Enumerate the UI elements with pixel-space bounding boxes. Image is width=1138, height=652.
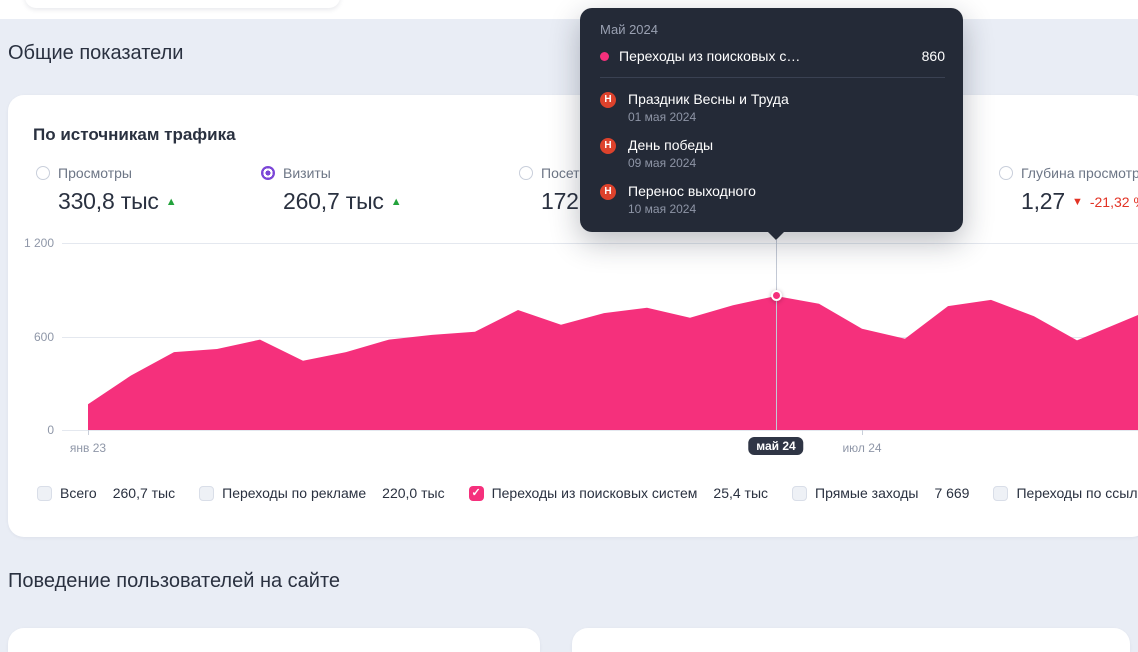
area-chart-svg bbox=[8, 95, 1138, 537]
holiday-title: Перенос выходного bbox=[628, 183, 756, 199]
tooltip-series-label: Переходы из поисковых с… bbox=[619, 48, 912, 64]
y-tick-label: 600 bbox=[8, 330, 54, 344]
legend-label: Переходы по ссылкам на сайтах bbox=[1016, 485, 1138, 501]
holiday-badge-icon: Н bbox=[600, 92, 616, 108]
tooltip-series-row: Переходы из поисковых с… 860 bbox=[600, 48, 945, 64]
legend-label: Переходы из поисковых систем bbox=[492, 485, 698, 501]
holiday-title: Праздник Весны и Труда bbox=[628, 91, 789, 107]
selected-point-guideline bbox=[776, 240, 777, 430]
chart-tooltip: Май 2024 Переходы из поисковых с… 860 НП… bbox=[580, 8, 963, 232]
page: { "sections": { "overview_title": "Общие… bbox=[0, 0, 1138, 639]
holiday-date: 10 мая 2024 bbox=[628, 202, 756, 216]
checkbox-icon[interactable] bbox=[792, 486, 807, 501]
tooltip-title: Май 2024 bbox=[600, 22, 658, 37]
selected-point-marker bbox=[771, 290, 782, 301]
tooltip-divider bbox=[600, 77, 945, 78]
legend-label: Всего bbox=[60, 485, 97, 501]
radio-icon[interactable] bbox=[999, 166, 1013, 180]
behavior-card-2 bbox=[572, 628, 1130, 652]
delta-arrow-icon: ▲ bbox=[391, 196, 402, 208]
metric-value: 260,7 тыс bbox=[283, 188, 384, 215]
legend-item[interactable]: Переходы по рекламе 220,0 тыс bbox=[199, 485, 444, 501]
metric-views[interactable]: Просмотры 330,8 тыс ▲ bbox=[36, 165, 177, 215]
metric-value: 1,27 bbox=[1021, 188, 1065, 215]
delta-arrow-icon: ▲ bbox=[166, 196, 177, 208]
area-series bbox=[88, 296, 1138, 430]
x-tick-label: июл 24 bbox=[842, 441, 881, 455]
checkbox-icon[interactable] bbox=[993, 486, 1008, 501]
delta-value: -21,32 % bbox=[1090, 194, 1138, 210]
legend-label: Прямые заходы bbox=[815, 485, 918, 501]
checkbox-icon[interactable] bbox=[199, 486, 214, 501]
metric-label: Визиты bbox=[283, 165, 331, 181]
legend-item[interactable]: Прямые заходы 7 669 bbox=[792, 485, 969, 501]
radio-icon[interactable] bbox=[519, 166, 533, 180]
x-tick bbox=[88, 430, 89, 435]
metric-visits[interactable]: Визиты 260,7 тыс ▲ bbox=[261, 165, 402, 215]
holiday-badge-icon: Н bbox=[600, 138, 616, 154]
x-tick-label-selected: май 24 bbox=[748, 437, 803, 455]
metric-label: Просмотры bbox=[58, 165, 132, 181]
legend-value: 7 669 bbox=[934, 485, 969, 501]
chart-legend: Всего 260,7 тыс Переходы по рекламе 220,0 т… bbox=[37, 485, 1138, 501]
legend-item[interactable]: ✓ Переходы из поисковых систем 25,4 тыс bbox=[469, 485, 768, 501]
checkbox-icon[interactable] bbox=[37, 486, 52, 501]
y-tick-label: 0 bbox=[8, 423, 54, 437]
tooltip-arrow-icon bbox=[768, 232, 784, 240]
delta-arrow-icon: ▼ bbox=[1072, 196, 1083, 208]
gridline bbox=[62, 243, 1138, 244]
holiday-title: День победы bbox=[628, 137, 713, 153]
x-tick-label: янв 23 bbox=[70, 441, 106, 455]
gridline bbox=[62, 430, 1138, 431]
series-dot-icon bbox=[600, 52, 609, 61]
holiday-date: 01 мая 2024 bbox=[628, 110, 789, 124]
card-title: По источникам трафика bbox=[33, 125, 236, 145]
legend-value: 260,7 тыс bbox=[113, 485, 175, 501]
legend-label: Переходы по рекламе bbox=[222, 485, 366, 501]
tooltip-series-value: 860 bbox=[922, 48, 945, 64]
x-tick bbox=[862, 430, 863, 435]
holiday-row: Н Перенос выходного 10 мая 2024 bbox=[600, 183, 945, 216]
metric-value: 172, bbox=[541, 188, 585, 215]
top-filter-pill[interactable] bbox=[25, 0, 340, 8]
holiday-row: Н Праздник Весны и Труда 01 мая 2024 bbox=[600, 91, 945, 124]
radio-icon[interactable] bbox=[36, 166, 50, 180]
metric-value: 330,8 тыс bbox=[58, 188, 159, 215]
holiday-row: Н День победы 09 мая 2024 bbox=[600, 137, 945, 170]
gridline bbox=[62, 337, 1138, 338]
holidays-list: Н Праздник Весны и Труда 01 мая 2024 Н День … bbox=[600, 91, 945, 216]
legend-item[interactable]: Переходы по ссылкам на сайтах bbox=[993, 485, 1138, 501]
metric-depth[interactable]: Глубина просмотра 1,27 ▼ -21,32 % bbox=[999, 165, 1138, 215]
traffic-sources-card: По источникам трафика Просмотры 330,8 ты… bbox=[8, 95, 1138, 537]
holiday-badge-icon: Н bbox=[600, 184, 616, 200]
behavior-card-1 bbox=[8, 628, 540, 652]
section-title-overview: Общие показатели bbox=[8, 42, 183, 65]
metric-label: Глубина просмотра bbox=[1021, 165, 1138, 181]
checkbox-icon[interactable]: ✓ bbox=[469, 486, 484, 501]
legend-item[interactable]: Всего 260,7 тыс bbox=[37, 485, 175, 501]
section-title-behavior: Поведение пользователей на сайте bbox=[8, 570, 340, 593]
y-tick-label: 1 200 bbox=[8, 236, 54, 250]
legend-value: 220,0 тыс bbox=[382, 485, 444, 501]
radio-icon[interactable] bbox=[261, 166, 275, 180]
legend-value: 25,4 тыс bbox=[713, 485, 768, 501]
holiday-date: 09 мая 2024 bbox=[628, 156, 713, 170]
